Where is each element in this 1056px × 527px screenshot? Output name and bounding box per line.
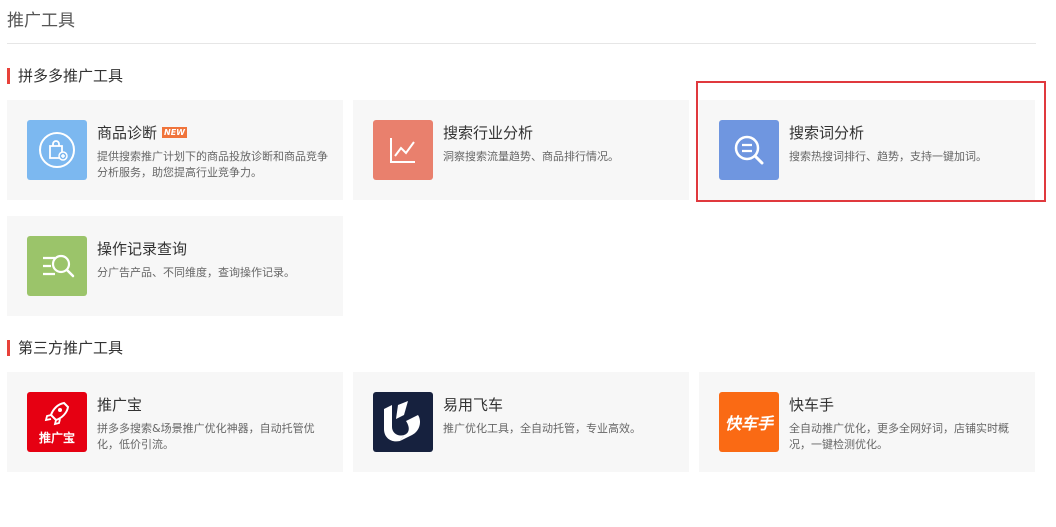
page-title: 推广工具 — [7, 11, 75, 31]
tool-card-yiyongfeiche[interactable]: 易用飞车 推广优化工具，全自动托管，专业高效。 — [353, 372, 689, 472]
tool-desc: 全自动推广优化，更多全网好词，店铺实时概况，一键检测优化。 — [789, 422, 1009, 451]
tool-desc: 提供搜索推广计划下的商品投放诊断和商品竞争分析服务，助您提高行业竞争力。 — [97, 150, 328, 179]
section-title-pdd: 拼多多推广工具 — [7, 68, 123, 84]
kuaicheshou-logo-icon: 快车手 — [719, 392, 779, 452]
logo-text: 推广宝 — [38, 430, 75, 445]
tool-card-kuaicheshou[interactable]: 快车手 快车手 全自动推广优化，更多全网好词，店铺实时概况，一键检测优化。 — [699, 372, 1035, 472]
section-title-third-party: 第三方推广工具 — [7, 340, 123, 356]
tool-card-tuiguangbao[interactable]: 推广宝 推广宝 拼多多搜索&场景推广优化神器，自动托管优化，低价引流。 — [7, 372, 343, 472]
tool-name: 易用飞车 — [443, 396, 504, 414]
tool-name: 商品诊断 NEW — [97, 124, 187, 142]
rocket-icon: 推广宝 — [27, 392, 87, 452]
tool-desc: 洞察搜索流量趋势、商品排行情况。 — [443, 150, 619, 163]
tool-name: 操作记录查询 — [97, 240, 188, 258]
yiyong-logo-icon — [373, 392, 433, 452]
tool-desc: 拼多多搜索&场景推广优化神器，自动托管优化，低价引流。 — [97, 422, 315, 451]
logo-text: 快车手 — [724, 414, 773, 433]
line-chart-icon — [373, 120, 433, 180]
tool-name: 推广宝 — [97, 396, 143, 414]
new-badge: NEW — [162, 127, 187, 138]
tool-card-search-industry[interactable]: 搜索行业分析 洞察搜索流量趋势、商品排行情况。 — [353, 100, 689, 200]
tool-desc: 推广优化工具，全自动托管，专业高效。 — [443, 422, 641, 435]
tool-name: 搜索行业分析 — [443, 124, 534, 142]
highlight-box — [696, 81, 1046, 202]
record-search-icon — [27, 236, 87, 296]
tool-desc: 分广告产品、不同维度，查询操作记录。 — [97, 266, 295, 279]
tool-card-operation-log[interactable]: 操作记录查询 分广告产品、不同维度，查询操作记录。 — [7, 216, 343, 316]
tool-name: 快车手 — [789, 396, 835, 414]
divider — [7, 43, 1036, 44]
bag-plus-icon — [27, 120, 87, 180]
tool-card-product-diagnosis[interactable]: 商品诊断 NEW 提供搜索推广计划下的商品投放诊断和商品竞争分析服务，助您提高行业… — [7, 100, 343, 200]
